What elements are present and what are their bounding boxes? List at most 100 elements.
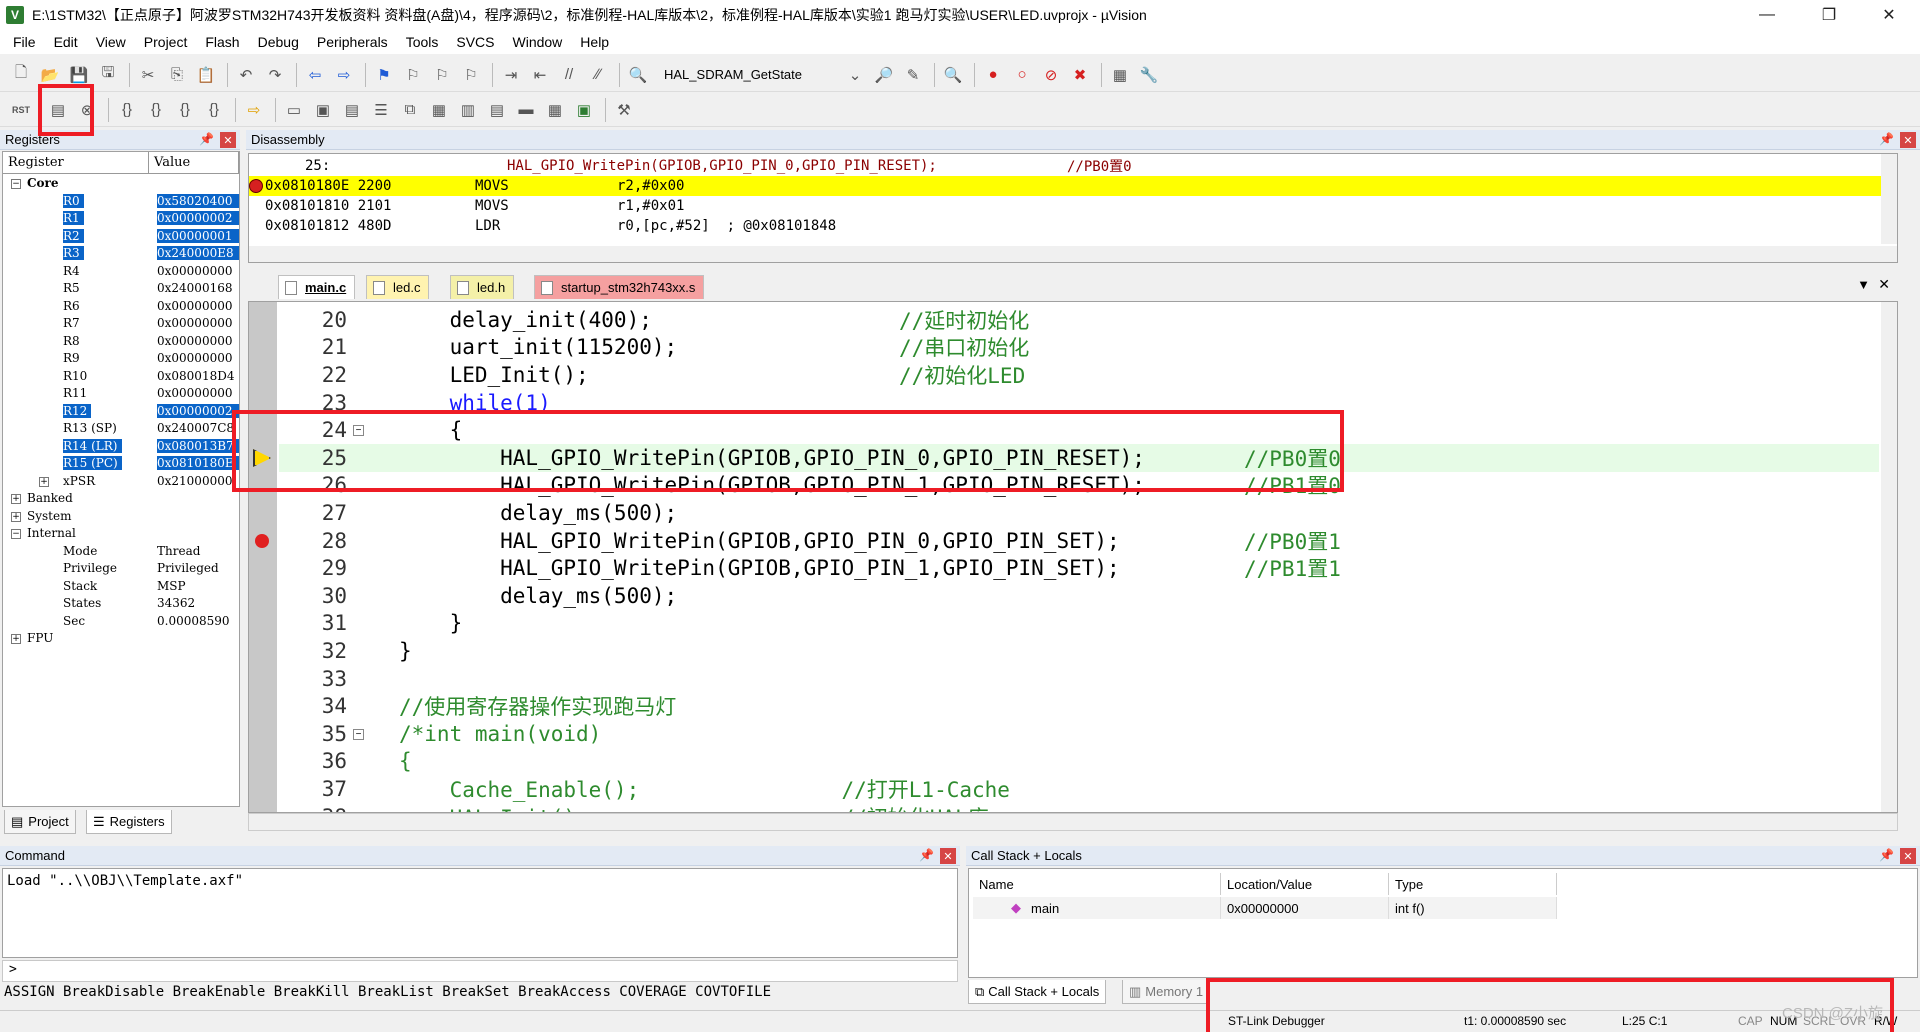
redo-icon[interactable]: ↷: [262, 62, 288, 88]
bookmark-icon[interactable]: ⚑: [371, 62, 397, 88]
toolbox-icon[interactable]: ⚒: [611, 97, 637, 123]
tab-memory-1[interactable]: ▥ Memory 1: [1122, 980, 1211, 1004]
register-value[interactable]: 0.00008590: [157, 614, 239, 628]
register-value[interactable]: 0x00000002: [157, 403, 239, 418]
pin-icon[interactable]: 📌: [1879, 132, 1894, 146]
menu-file[interactable]: File: [4, 34, 45, 50]
register-value[interactable]: 0x00000000: [157, 386, 239, 400]
register-value[interactable]: 0x00000002: [157, 211, 239, 225]
disassembly-row[interactable]: 0x08101810 2101 MOVS r1,#0x01: [249, 196, 1897, 216]
step-out-icon[interactable]: {}: [172, 97, 198, 123]
register-value[interactable]: 0x21000000: [157, 474, 239, 488]
register-row[interactable]: R6 0x00000000: [3, 299, 239, 316]
code-line[interactable]: 36 {: [279, 748, 1879, 776]
minimize-button[interactable]: —: [1744, 0, 1790, 30]
code-editor[interactable]: 20 delay_init(400);//延时初始化 21 uart_init(1…: [248, 301, 1898, 813]
register-row[interactable]: Sec 0.00008590: [3, 614, 239, 631]
registers-window-icon[interactable]: ☰: [368, 97, 394, 123]
copy-icon[interactable]: ⎘: [164, 62, 190, 88]
disable-breakpoints-icon[interactable]: ⊘: [1038, 62, 1064, 88]
symbols-window-icon[interactable]: ▤: [339, 97, 365, 123]
maximize-button[interactable]: ❐: [1806, 0, 1852, 30]
unindent-icon[interactable]: ⇤: [527, 62, 553, 88]
undo-icon[interactable]: ↶: [233, 62, 259, 88]
register-group-core[interactable]: − Core: [3, 176, 239, 193]
editor-hscroll[interactable]: [248, 813, 1898, 831]
code-line[interactable]: 32}: [279, 637, 1879, 665]
register-value[interactable]: 0x00000000: [157, 334, 239, 348]
step-over-icon[interactable]: {}: [143, 97, 169, 123]
register-value[interactable]: 0x240007C8: [157, 421, 239, 435]
configure-icon[interactable]: 🔧: [1136, 62, 1162, 88]
expand-icon[interactable]: +: [39, 476, 49, 487]
tab-project[interactable]: ▤ Project: [4, 810, 76, 834]
show-next-statement-icon[interactable]: ⇨: [241, 97, 267, 123]
step-into-icon[interactable]: {}: [114, 97, 140, 123]
command-input[interactable]: >: [2, 960, 958, 982]
code-line[interactable]: 28 HAL_GPIO_WritePin(GPIOB,GPIO_PIN_0,GP…: [279, 527, 1879, 555]
col-name[interactable]: Name: [973, 873, 1221, 895]
register-value[interactable]: 0x00000000: [157, 351, 239, 365]
analysis-window-icon[interactable]: ▬: [513, 97, 539, 123]
register-value[interactable]: 0x080018D4: [157, 369, 239, 383]
disassembly-vscroll[interactable]: [1881, 154, 1897, 244]
run-to-cursor-icon[interactable]: {}: [201, 97, 227, 123]
register-value[interactable]: 0x240000E8: [157, 246, 239, 260]
register-value[interactable]: 0x00000000: [157, 316, 239, 330]
enable-breakpoint-icon[interactable]: ○: [1009, 62, 1035, 88]
serial-window-icon[interactable]: ▤: [484, 97, 510, 123]
combo-dropdown-icon[interactable]: ⌄: [842, 62, 868, 88]
register-row[interactable]: R13 (SP) 0x240007C8: [3, 421, 239, 438]
disassembly-source-line[interactable]: 25: HAL_GPIO_WritePin(GPIOB,GPIO_PIN_0,G…: [249, 156, 1897, 176]
code-line[interactable]: 38 HAL_Init(); //初始化HAL库: [279, 803, 1879, 812]
menu-help[interactable]: Help: [571, 34, 618, 50]
expand-icon[interactable]: +: [11, 494, 21, 504]
register-group-internal[interactable]: − Internal: [3, 526, 239, 543]
col-location-value[interactable]: Location/Value: [1221, 873, 1389, 895]
register-group-system[interactable]: + System: [3, 509, 239, 526]
register-row[interactable]: + xPSR 0x21000000: [3, 474, 239, 491]
close-panel-icon[interactable]: ✕: [220, 132, 236, 148]
close-panel-icon[interactable]: ✕: [1900, 132, 1916, 148]
tab-main-c[interactable]: main.c: [278, 275, 356, 299]
register-row[interactable]: R0 0x58020400: [3, 193, 239, 211]
pin-icon[interactable]: 📌: [919, 848, 934, 862]
expand-icon[interactable]: +: [11, 634, 21, 644]
menu-view[interactable]: View: [87, 34, 135, 50]
command-window-icon[interactable]: ▭: [281, 97, 307, 123]
menu-window[interactable]: Window: [504, 34, 572, 50]
reset-cpu-button[interactable]: RST: [8, 97, 34, 123]
menu-tools[interactable]: Tools: [397, 34, 448, 50]
code-line[interactable]: 30 delay_ms(500);: [279, 582, 1879, 610]
fold-icon[interactable]: −: [353, 729, 364, 740]
function-combo[interactable]: HAL_SDRAM_GetState: [658, 63, 838, 87]
register-value[interactable]: 0x24000168: [157, 281, 239, 295]
nav-back-icon[interactable]: ⇦: [302, 62, 328, 88]
clear-bookmarks-icon[interactable]: ⚐: [458, 62, 484, 88]
value-column-header[interactable]: Value: [149, 152, 239, 173]
incremental-find-icon[interactable]: ✎: [900, 62, 926, 88]
register-row[interactable]: R2 0x00000001: [3, 228, 239, 246]
call-stack-window-icon[interactable]: ⧉: [397, 97, 423, 123]
breakpoint-gutter[interactable]: [249, 302, 277, 812]
close-panel-icon[interactable]: ✕: [1900, 848, 1916, 864]
register-value[interactable]: 0x00000000: [157, 299, 239, 313]
register-row[interactable]: Stack MSP: [3, 579, 239, 596]
callstack-row[interactable]: ◆ main 0x00000000 int f(): [973, 897, 1557, 919]
menu-svcs[interactable]: SVCS: [447, 34, 503, 50]
menu-peripherals[interactable]: Peripherals: [308, 34, 397, 50]
code-line[interactable]: 34 //使用寄存器操作实现跑马灯: [279, 692, 1879, 720]
code-line[interactable]: 31 }: [279, 610, 1879, 638]
prev-bookmark-icon[interactable]: ⚐: [400, 62, 426, 88]
paste-icon[interactable]: 📋: [193, 62, 219, 88]
register-row[interactable]: R3 0x240000E8: [3, 246, 239, 263]
debug-session-icon[interactable]: 🔍: [940, 62, 966, 88]
register-row[interactable]: R8 0x00000000: [3, 334, 239, 351]
find-in-files-icon[interactable]: 🔍: [625, 62, 651, 88]
uncomment-icon[interactable]: ∕∕: [585, 62, 611, 88]
tab-startup-s[interactable]: startup_stm32h743xx.s: [534, 275, 705, 299]
close-tab-icon[interactable]: ✕: [1878, 276, 1890, 293]
close-panel-icon[interactable]: ✕: [940, 848, 956, 864]
register-row[interactable]: R14 (LR) 0x080013B7: [3, 438, 239, 456]
next-bookmark-icon[interactable]: ⚐: [429, 62, 455, 88]
